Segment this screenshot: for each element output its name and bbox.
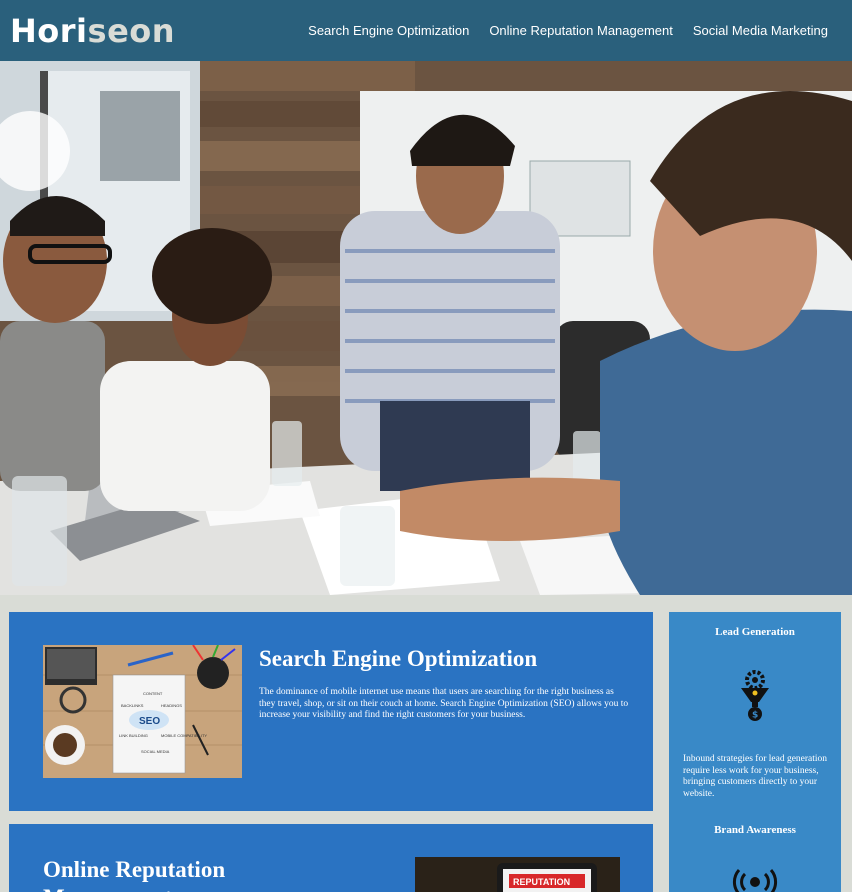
funnel-gear-icon: $ (739, 670, 771, 729)
orm-section: Online Reputation Management REPUTATION (9, 824, 653, 892)
seo-image: SEO CONTENT BACKLINKS HEADINGS LINK BUIL… (43, 645, 242, 778)
seo-word-social: SOCIAL MEDIA (141, 749, 170, 754)
orm-title: Online Reputation Management (43, 857, 226, 892)
broadcast-icon (731, 866, 779, 892)
seo-title: Search Engine Optimization (259, 646, 538, 671)
brand-awareness-title: Brand Awareness (714, 824, 796, 836)
svg-text:$: $ (752, 711, 758, 721)
orm-image-word: REPUTATION (513, 877, 570, 887)
seo-word-headings: HEADINGS (161, 703, 182, 708)
hero-image (0, 61, 852, 595)
seo-word-mobile: MOBILE COMPATIBILITY (161, 733, 207, 738)
hero-illustration (0, 61, 852, 595)
logo-main: Hori (10, 11, 88, 50)
logo[interactable]: Horiseon (10, 12, 175, 50)
seo-section: SEO CONTENT BACKLINKS HEADINGS LINK BUIL… (9, 612, 653, 811)
main-content: SEO CONTENT BACKLINKS HEADINGS LINK BUIL… (9, 612, 653, 892)
site-header: Horiseon Search Engine Optimization Onli… (0, 0, 852, 61)
orm-illustration: REPUTATION (415, 857, 620, 892)
nav-link-seo[interactable]: Search Engine Optimization (308, 23, 469, 38)
orm-image: REPUTATION (415, 857, 620, 892)
lead-generation-title: Lead Generation (715, 626, 795, 638)
logo-accent: seon (87, 11, 176, 50)
lead-generation-text: Inbound strategies for lead generation r… (683, 754, 828, 799)
main-nav: Search Engine Optimization Online Reputa… (308, 23, 828, 38)
seo-word-seo: SEO (139, 716, 160, 727)
seo-word-backlinks: BACKLINKS (121, 703, 144, 708)
nav-link-orm[interactable]: Online Reputation Management (489, 23, 673, 38)
nav-link-smm[interactable]: Social Media Marketing (693, 23, 828, 38)
seo-text: The dominance of mobile internet use mea… (259, 687, 629, 720)
seo-word-link-building: LINK BUILDING (119, 733, 148, 738)
sidebar: Lead Generation $ Inbound strategies for… (669, 612, 841, 892)
seo-illustration: SEO CONTENT BACKLINKS HEADINGS LINK BUIL… (43, 645, 242, 778)
seo-word-content: CONTENT (143, 691, 163, 696)
